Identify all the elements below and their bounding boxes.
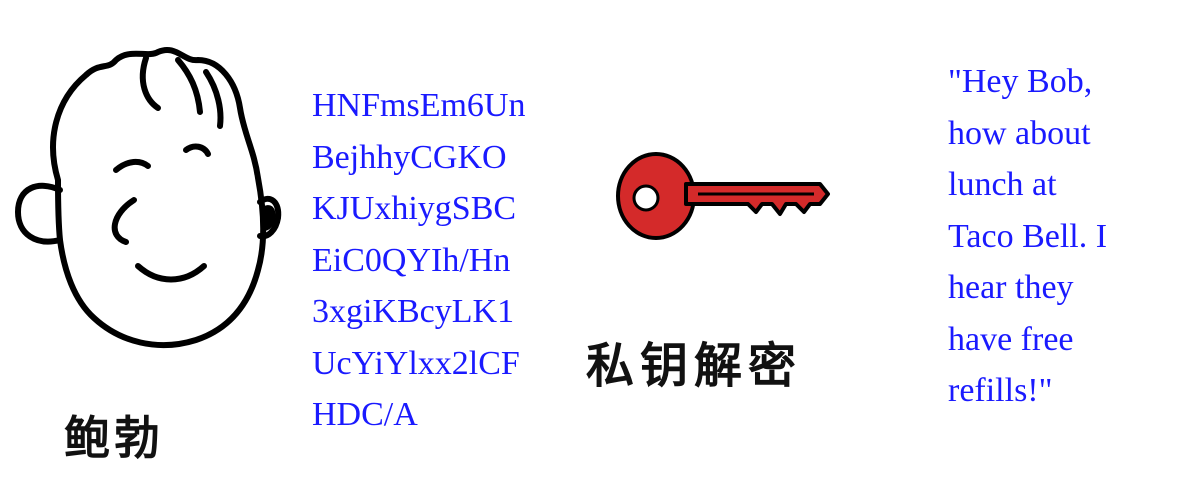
sender-name: 鲍勃	[64, 411, 164, 465]
ciphertext-line: EiC0QYIh/Hn	[312, 241, 511, 279]
ciphertext-line: 3xgiKBcyLK1	[312, 293, 515, 330]
key-icon	[616, 152, 830, 240]
plaintext-line: how about	[948, 114, 1091, 152]
plaintext-line: hear they	[948, 269, 1074, 306]
ciphertext-line: HNFmsEm6Un	[312, 87, 526, 124]
ciphertext-block: HNFmsEm6Un BejhhyCGKO KJUxhiygSBC EiC0QY…	[312, 80, 572, 441]
ciphertext-line: UcYiYlxx2lCF	[312, 344, 520, 382]
plaintext-line: have free	[948, 320, 1074, 358]
plaintext-line: lunch at	[948, 166, 1057, 203]
plaintext-line: "Hey Bob,	[948, 63, 1093, 100]
plaintext-line: refills!"	[948, 372, 1053, 409]
plaintext-line: Taco Bell. I	[948, 217, 1108, 255]
ciphertext-line: BejhhyCGKO	[312, 138, 507, 176]
ciphertext-line: HDC/A	[312, 396, 418, 433]
plaintext-block: "Hey Bob, how about lunch at Taco Bell. …	[948, 56, 1170, 417]
cartoon-face-icon	[15, 47, 282, 349]
decryption-label: 私钥解密	[586, 338, 803, 394]
ciphertext-line: KJUxhiygSBC	[312, 190, 517, 227]
